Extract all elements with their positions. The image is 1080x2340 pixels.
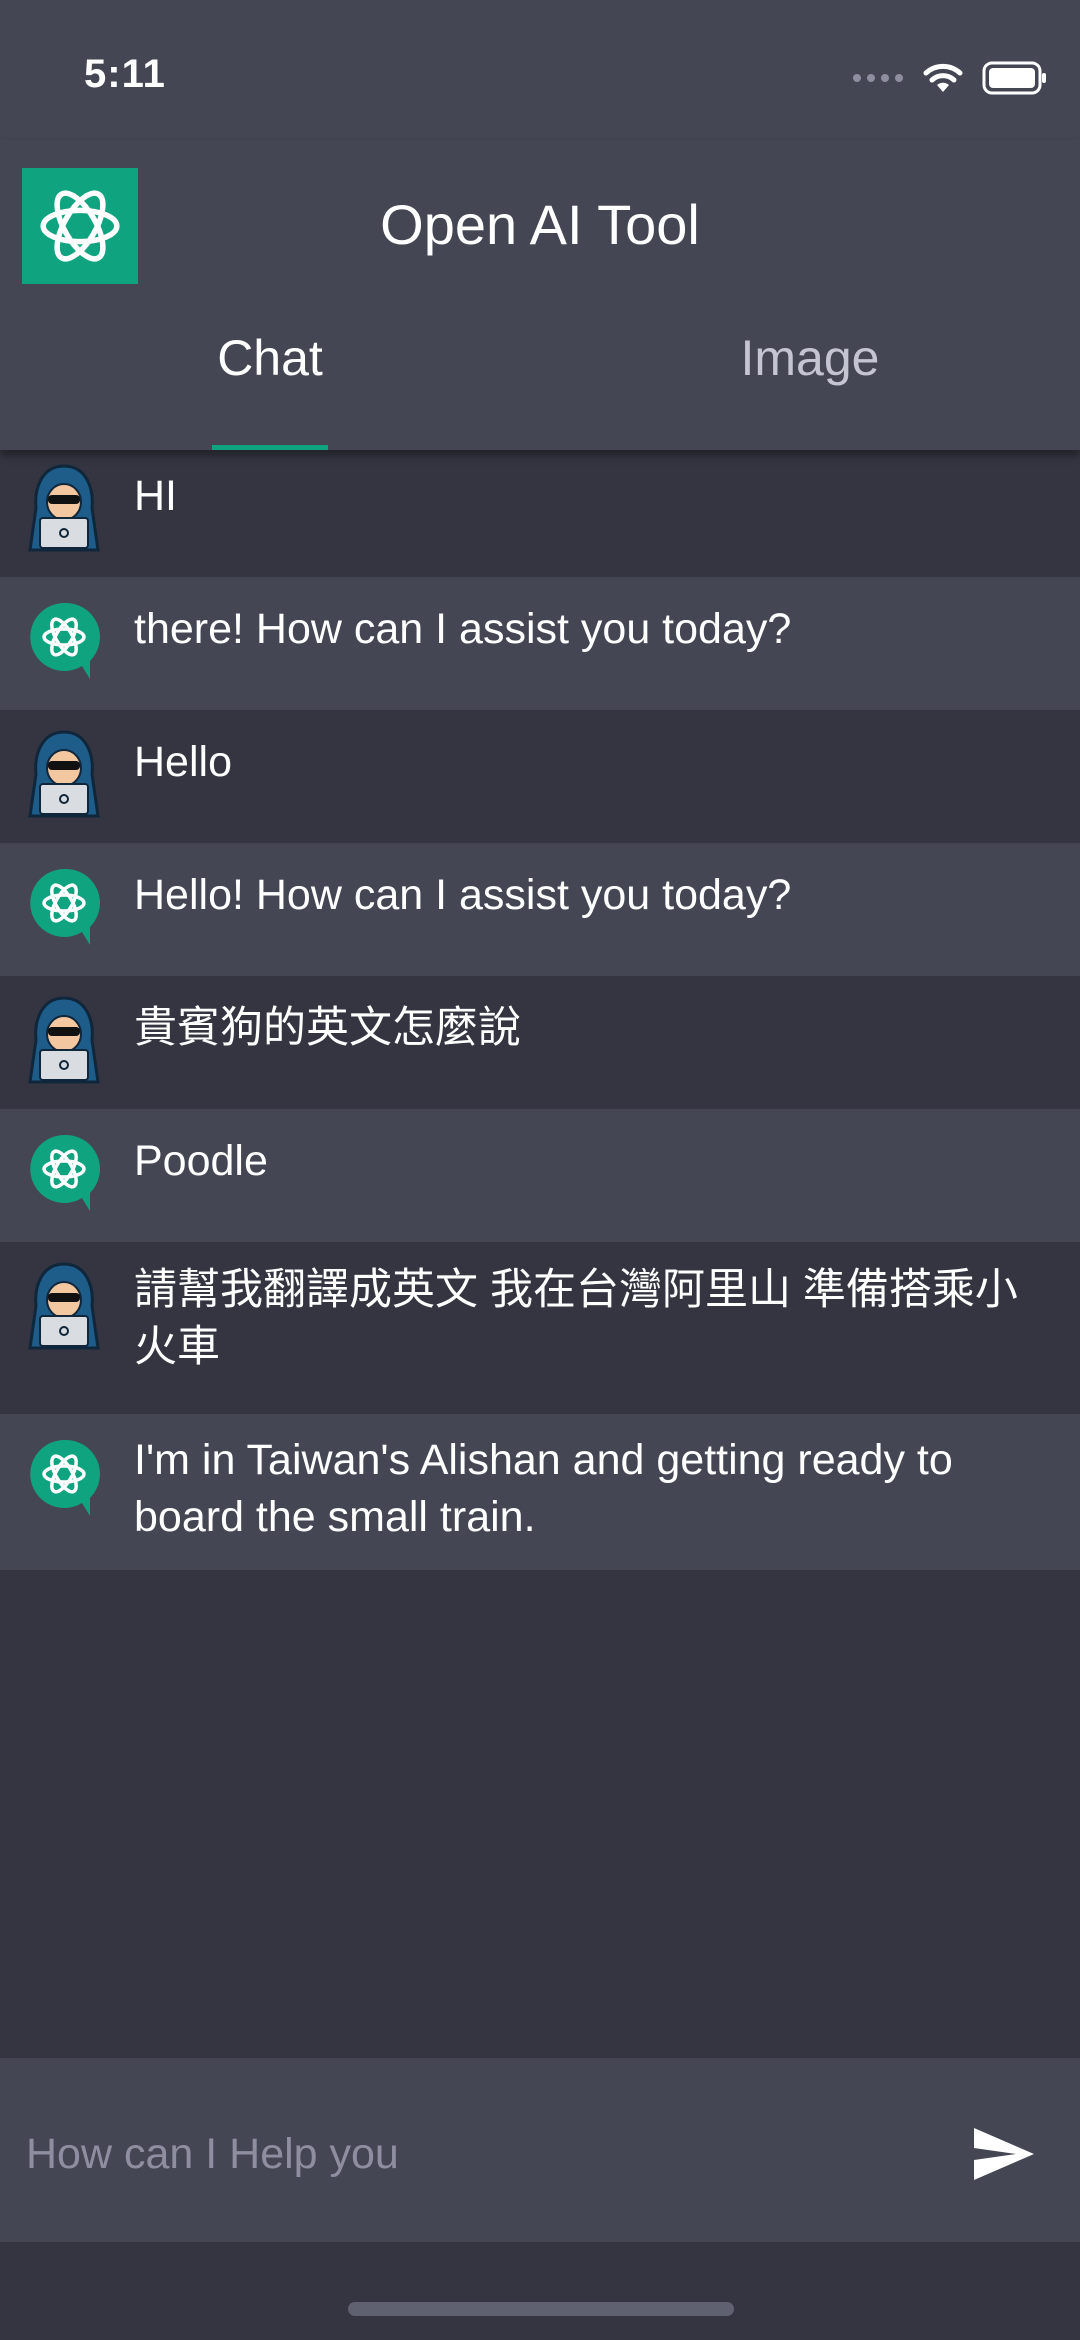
- bot-avatar: [24, 595, 104, 691]
- message-input-bar: [0, 2058, 1080, 2242]
- message-text: HI: [134, 472, 177, 520]
- cellular-signal-icon: [853, 74, 903, 82]
- bot-avatar: [24, 1432, 104, 1528]
- message-text: Hello! How can I assist you today?: [134, 871, 792, 919]
- send-button[interactable]: [968, 2118, 1040, 2190]
- tab-chat-label: Chat: [217, 330, 323, 386]
- bot-avatar: [24, 1127, 104, 1223]
- user-avatar: [24, 462, 104, 558]
- send-icon: [974, 2128, 1034, 2180]
- message-text: I'm in Taiwan's Alishan and getting read…: [134, 1436, 953, 1541]
- status-time: 5:11: [84, 52, 166, 96]
- message-row-user: 請幫我翻譯成英文 我在台灣阿里山 準備搭乘小火車: [0, 1242, 1080, 1414]
- user-avatar: [24, 994, 104, 1090]
- message-text: Hello: [134, 738, 232, 786]
- message-row-bot: I'm in Taiwan's Alishan and getting read…: [0, 1414, 1080, 1570]
- tab-chat[interactable]: Chat: [0, 310, 540, 450]
- app-header: Open AI Tool Chat Image: [0, 140, 1080, 450]
- home-indicator: [348, 2302, 734, 2316]
- tab-image-label: Image: [740, 330, 880, 386]
- tab-bar: Chat Image: [0, 310, 1080, 450]
- message-input[interactable]: [24, 2118, 908, 2190]
- hacker-avatar-icon: [28, 464, 100, 552]
- message-text: 貴賓狗的英文怎麼說: [134, 1004, 521, 1052]
- chatgpt-bubble-icon: [30, 1134, 100, 1211]
- chatgpt-bubble-icon: [30, 602, 100, 679]
- status-bar: 5:11: [0, 0, 1080, 140]
- message-row-bot: Hello! How can I assist you today?: [0, 843, 1080, 976]
- hacker-avatar-icon: [28, 730, 100, 818]
- message-row-bot: there! How can I assist you today?: [0, 577, 1080, 710]
- message-text: there! How can I assist you today?: [134, 605, 792, 653]
- chatgpt-bubble-icon: [30, 868, 100, 945]
- user-avatar: [24, 728, 104, 824]
- app-title: Open AI Tool: [380, 193, 700, 256]
- bot-avatar: [24, 861, 104, 957]
- message-text: Poodle: [134, 1137, 268, 1185]
- battery-icon: [982, 61, 1046, 95]
- hacker-avatar-icon: [28, 996, 100, 1084]
- user-avatar: [24, 1260, 104, 1356]
- status-icons: [852, 58, 1048, 98]
- message-row-user: 貴賓狗的英文怎麼說: [0, 976, 1080, 1109]
- message-text: 請幫我翻譯成英文 我在台灣阿里山 準備搭乘小火車: [134, 1266, 1018, 1371]
- message-row-user: Hello: [0, 710, 1080, 843]
- wifi-icon: [923, 63, 963, 92]
- chat-message-list[interactable]: HI there! How can I assist you today? He…: [0, 444, 1080, 1570]
- message-row-bot: Poodle: [0, 1109, 1080, 1242]
- hacker-avatar-icon: [28, 1262, 100, 1350]
- message-row-user: HI: [0, 444, 1080, 577]
- tab-active-indicator: [212, 445, 328, 450]
- chatgpt-bubble-icon: [30, 1439, 100, 1516]
- tab-image[interactable]: Image: [540, 310, 1080, 450]
